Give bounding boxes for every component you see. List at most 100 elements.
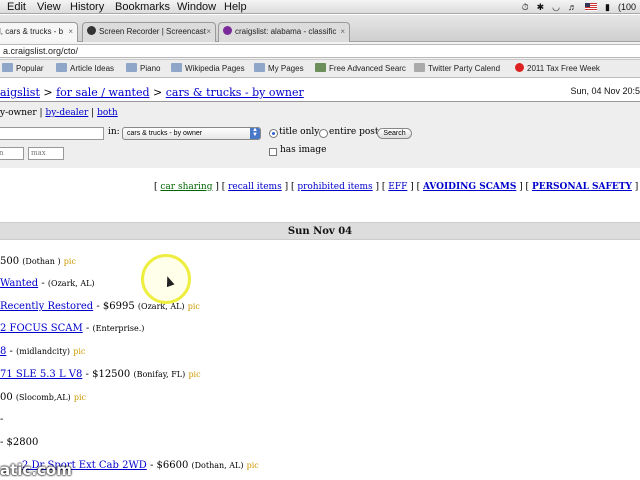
folder-icon: [171, 63, 182, 72]
tab-label: craigslist: alabama - classific: [235, 27, 337, 36]
menu-help[interactable]: Help: [224, 0, 247, 14]
tab-screen-recorder[interactable]: Screen Recorder | Screencast ×: [82, 22, 216, 42]
menu-bookmarks[interactable]: Bookmarks: [115, 0, 170, 14]
date-stamp: Sun, 04 Nov 20:5: [570, 86, 640, 96]
menu-window[interactable]: Window: [177, 0, 216, 14]
listing-title[interactable]: 71 SLE 5.3 L V8: [0, 369, 82, 380]
bookmark-label: Free Advanced Searc: [329, 64, 406, 73]
peace-favicon-icon: [223, 26, 232, 35]
has-image-checkbox[interactable]: [269, 148, 277, 156]
bookmark-label: 2011 Tax Free Week: [527, 64, 600, 73]
both-link[interactable]: both: [97, 108, 118, 118]
flag-icon[interactable]: [585, 3, 598, 11]
title-only-radio[interactable]: [269, 129, 278, 138]
screencast-favicon-icon: [87, 26, 96, 35]
menu-edit[interactable]: Edit: [7, 0, 26, 14]
bookmark-piano[interactable]: Piano: [126, 63, 160, 75]
menu-view[interactable]: View: [37, 0, 61, 14]
breadcrumb-sep: >: [39, 86, 57, 99]
recall-items-link[interactable]: recall items: [228, 182, 282, 192]
bookmark-label: Article Ideas: [70, 64, 115, 73]
category-selected: cars & trucks - by owner: [127, 130, 203, 137]
prohibited-items-link[interactable]: prohibited items: [297, 182, 372, 192]
search-button[interactable]: Search: [377, 128, 412, 139]
by-dealer-link[interactable]: by-dealer: [45, 108, 88, 118]
listing-sep: -: [38, 278, 48, 289]
bookmark-label: Piano: [140, 64, 161, 73]
list-item: 71 SLE 5.3 L V8 - $12500 (Bonifay, FL) p…: [0, 369, 201, 380]
breadcrumb-cars-trucks[interactable]: cars & trucks - by owner: [166, 86, 304, 99]
bookmark-tax-free-week[interactable]: 2011 Tax Free Week: [515, 63, 600, 75]
bluetooth-icon[interactable]: ✱: [537, 0, 545, 14]
listing-location: (midlandcity): [16, 347, 71, 356]
tab-strip: l, cars & trucks - b × Screen Recorder |…: [0, 15, 640, 42]
listing-title[interactable]: Recently Restored: [0, 301, 93, 312]
folder-icon: [254, 63, 265, 72]
bookmark-twitter-party-calendar[interactable]: Twitter Party Calend: [414, 63, 500, 75]
menu-bar: Edit View History Bookmarks Window Help …: [0, 0, 640, 14]
folder-icon: [56, 63, 67, 72]
list-item: 2 FOCUS SCAM - (Enterprise.): [0, 323, 144, 334]
breadcrumb-craigslist[interactable]: aigslist: [0, 86, 40, 99]
listing-title[interactable]: 2 FOCUS SCAM: [0, 323, 83, 334]
list-item: 500 (Dothan ) pic: [0, 256, 76, 267]
pic-tag: pic: [73, 347, 86, 356]
listing-sep: -: [6, 346, 17, 357]
pic-tag: pic: [63, 257, 76, 266]
listing-price: - $12500: [82, 369, 134, 380]
bookmark-popular[interactable]: Popular: [2, 63, 44, 75]
listing-price: 00: [0, 392, 13, 403]
bookmark-wikipedia-pages[interactable]: Wikipedia Pages: [171, 63, 245, 75]
min-price-input[interactable]: n: [0, 147, 24, 160]
red-dot-icon: [515, 63, 524, 72]
listing-location: (Dothan, AL): [191, 461, 244, 470]
list-item: - $2800: [0, 437, 38, 448]
tab-cars-trucks[interactable]: l, cars & trucks - b ×: [0, 22, 78, 42]
close-icon[interactable]: ×: [340, 23, 345, 41]
listing-sep: -: [82, 323, 93, 334]
battery-percent: (100: [617, 2, 636, 12]
pic-tag: pic: [246, 461, 259, 470]
listing-price: - $2800: [0, 437, 39, 448]
bookmark-my-pages[interactable]: My Pages: [254, 63, 304, 75]
seller-type-filter: y-owner | by-dealer | both: [0, 108, 118, 118]
personal-safety-link[interactable]: PERSONAL SAFETY: [532, 182, 632, 192]
breadcrumb-for-sale[interactable]: for sale / wanted: [56, 86, 149, 99]
search-input[interactable]: [0, 127, 104, 140]
entire-post-label: entire post: [329, 127, 379, 137]
bookmark-article-ideas[interactable]: Article Ideas: [56, 63, 114, 75]
breadcrumb: aigslist > for sale / wanted > cars & tr…: [0, 86, 304, 99]
car-sharing-link[interactable]: car sharing: [160, 182, 212, 192]
select-arrows-icon: ▲ ▼: [250, 127, 260, 139]
listing-location: (Bonifay, FL): [133, 370, 186, 379]
page-icon: [414, 63, 425, 72]
address-bar: a.craigslist.org/cto/: [0, 42, 640, 60]
in-label: in:: [108, 127, 120, 137]
volume-icon[interactable]: ♬: [568, 0, 577, 14]
listing-title[interactable]: Wanted: [0, 278, 38, 289]
pic-tag: pic: [188, 370, 201, 379]
battery-icon[interactable]: ▮: [605, 0, 610, 14]
wifi-icon[interactable]: ◡: [552, 0, 560, 14]
list-item: 00 (Slocomb,AL) pic: [0, 392, 86, 403]
menu-history[interactable]: History: [70, 0, 104, 14]
time-machine-icon[interactable]: ⏱: [522, 0, 529, 14]
bookmark-free-advanced-search[interactable]: Free Advanced Searc: [315, 63, 406, 75]
pic-tag: pic: [187, 302, 200, 311]
entire-post-radio[interactable]: [319, 129, 328, 138]
close-icon[interactable]: ×: [68, 23, 73, 41]
url-field[interactable]: a.craigslist.org/cto/: [0, 44, 640, 58]
category-select[interactable]: cars & trucks - by owner ▲ ▼: [122, 127, 261, 140]
title-only-label: title only: [279, 127, 320, 137]
avoiding-scams-link[interactable]: AVOIDING SCAMS: [423, 182, 516, 192]
listing-location: (Slocomb,AL): [15, 393, 71, 402]
listing-title: -: [0, 414, 4, 425]
top-links: [ car sharing ] [ recall items ] [ prohi…: [154, 182, 640, 192]
list-item: -: [0, 414, 3, 425]
tab-label: l, cars & trucks - b: [0, 27, 64, 36]
listing-price: - $6600: [146, 460, 192, 471]
eff-link[interactable]: EFF: [388, 182, 407, 192]
tab-craigslist-alabama[interactable]: craigslist: alabama - classific ×: [218, 22, 350, 42]
max-price-input[interactable]: max: [28, 147, 64, 160]
close-icon[interactable]: ×: [206, 23, 211, 41]
